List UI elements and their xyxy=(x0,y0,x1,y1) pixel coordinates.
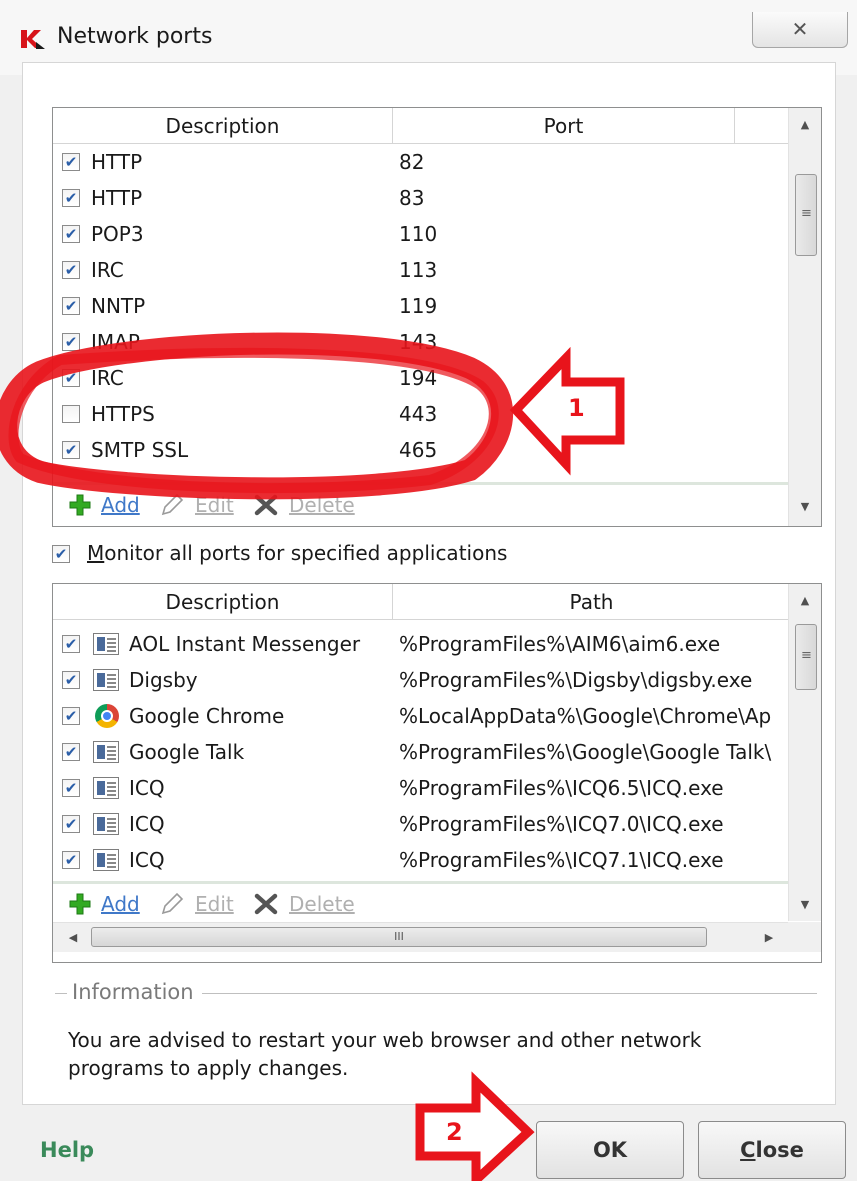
red-scribble-circle xyxy=(0,332,514,500)
annotation-number-2: 2 xyxy=(446,1118,463,1146)
annotation-number-1: 1 xyxy=(568,394,585,422)
arrow-annotation-2 xyxy=(415,1071,535,1181)
annotation-overlay xyxy=(0,332,625,1181)
